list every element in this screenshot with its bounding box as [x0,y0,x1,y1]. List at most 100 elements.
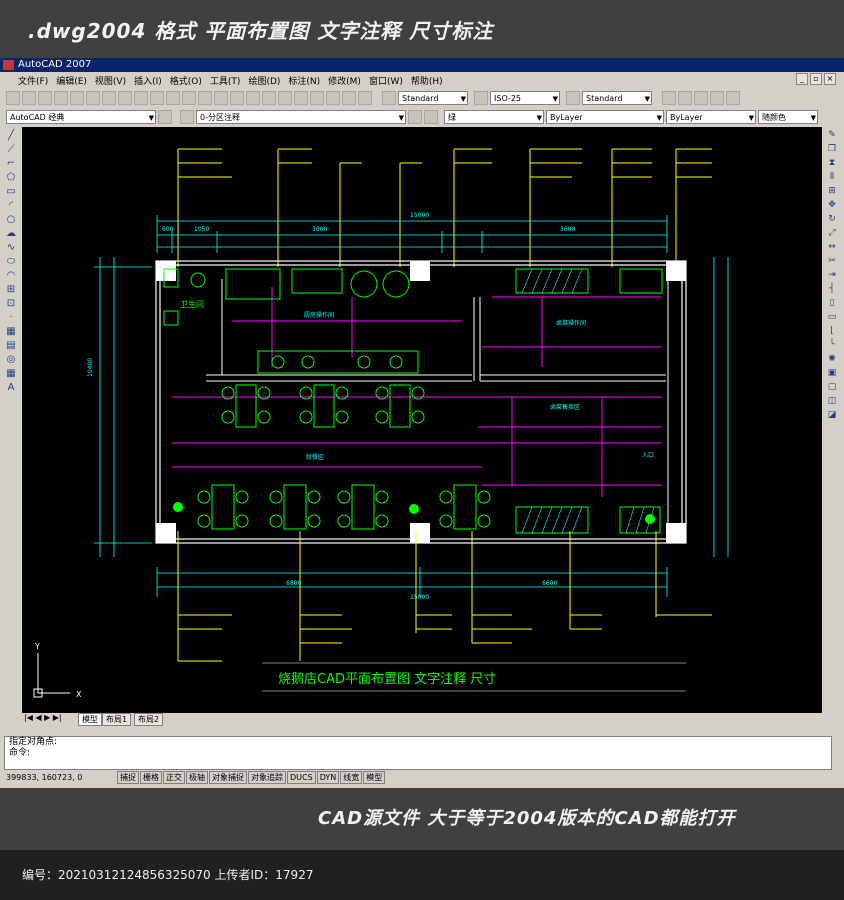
layer-previous-icon[interactable] [424,110,438,124]
tab-layout2[interactable]: 布局2 [134,713,164,726]
grid-toggle[interactable]: 栅格 [140,770,162,784]
menu-insert[interactable]: 插入(I) [134,74,162,87]
join-icon[interactable]: ▭ [826,312,838,323]
plotstyle-select[interactable]: 随颜色 [758,110,818,125]
publish-icon[interactable] [86,91,100,105]
save-icon[interactable] [38,91,52,105]
open-icon[interactable] [22,91,36,105]
radius-dim-icon[interactable] [726,91,740,105]
sheet-set-icon[interactable] [310,91,324,105]
menu-modify[interactable]: 修改(M) [328,74,361,87]
polyline-icon[interactable]: ⌐ [5,158,18,169]
revcloud-icon[interactable]: ☁ [5,228,18,239]
linear-dim-icon[interactable] [662,91,676,105]
ortho-toggle[interactable]: 正交 [163,770,185,784]
markup-icon[interactable] [326,91,340,105]
zoom-previous-icon[interactable] [246,91,260,105]
osnap-toggle[interactable]: 对象捕捉 [209,770,247,784]
point-icon[interactable]: · [5,312,18,323]
offset-icon[interactable]: ⫴ [826,172,838,183]
lineweight-select[interactable]: ByLayer [666,110,756,125]
ordinate-icon[interactable] [710,91,724,105]
zoom-window-icon[interactable] [230,91,244,105]
design-center-icon[interactable] [278,91,292,105]
help-icon[interactable] [358,91,372,105]
text-style-icon[interactable] [382,91,396,105]
line-icon[interactable]: ╱ [5,130,18,141]
make-block-icon[interactable]: ⊡ [5,298,18,309]
layer-manager-icon[interactable] [180,110,194,124]
spline-icon[interactable]: ∿ [5,242,18,253]
menu-edit[interactable]: 编辑(E) [56,74,87,87]
fillet-icon[interactable]: ╰ [826,340,838,351]
table-style-icon[interactable] [566,91,580,105]
restore-button[interactable]: ▫ [810,73,822,85]
menu-draw[interactable]: 绘图(D) [248,74,280,87]
table-icon[interactable]: ▦ [5,368,18,379]
rectangle-icon[interactable]: ▭ [5,186,18,197]
rotate-icon[interactable]: ↻ [826,214,838,225]
menu-file[interactable]: 文件(F) [18,74,48,87]
copy-object-icon[interactable]: ❐ [826,144,838,155]
menu-window[interactable]: 窗口(W) [369,74,403,87]
command-window[interactable]: 指定对角点: 命令: [4,736,832,770]
ellipse-arc-icon[interactable]: ◠ [5,270,18,281]
tool-palette-icon[interactable] [294,91,308,105]
linetype-select[interactable]: ByLayer [546,110,664,125]
chamfer-icon[interactable]: ⌊ [826,326,838,337]
tab-nav-arrows[interactable]: |◀ ◀ ▶ ▶| [24,713,62,722]
draworder-back-icon[interactable]: ▢ [826,382,838,393]
otrack-toggle[interactable]: 对象追踪 [248,770,286,784]
tab-layout1[interactable]: 布局1 [102,713,132,726]
menu-dimension[interactable]: 标注(N) [288,74,320,87]
undo-icon[interactable] [166,91,180,105]
trim-icon[interactable]: ✂ [826,256,838,267]
minimize-button[interactable]: _ [796,73,808,85]
close-button[interactable]: × [824,73,836,85]
menu-format[interactable]: 格式(O) [170,74,202,87]
mirror-icon[interactable]: ⧗ [826,158,838,169]
calculator-icon[interactable] [342,91,356,105]
workspace-settings-icon[interactable] [158,110,172,124]
make-current-layer-icon[interactable] [408,110,422,124]
draworder-above-icon[interactable]: ◫ [826,396,838,407]
menu-view[interactable]: 视图(V) [95,74,126,87]
mtext-icon[interactable]: A [5,382,18,393]
dyn-toggle[interactable]: DYN [316,770,340,784]
command-prompt[interactable]: 命令: [5,748,831,759]
arc-dim-icon[interactable] [694,91,708,105]
construction-line-icon[interactable]: ⟋ [5,144,18,155]
text-style-select[interactable]: Standard [398,91,468,106]
region-icon[interactable]: ◎ [5,354,18,365]
break-point-icon[interactable]: ┤ [826,284,838,295]
draworder-front-icon[interactable]: ▣ [826,368,838,379]
move-icon[interactable]: ✥ [826,200,838,211]
arc-icon[interactable]: ◜ [5,200,18,211]
preview-icon[interactable] [70,91,84,105]
snap-toggle[interactable]: 捕捉 [117,770,139,784]
drawing-canvas[interactable]: 15000 600 1050 3000 3600 10400 卫生间 厨房操作间… [22,127,822,713]
dim-style-icon[interactable] [474,91,488,105]
stretch-icon[interactable]: ⇔ [826,242,838,253]
scale-icon[interactable]: ⤢ [826,228,838,239]
menu-help[interactable]: 帮助(H) [411,74,443,87]
draworder-under-icon[interactable]: ◪ [826,410,838,421]
polar-toggle[interactable]: 极轴 [186,770,208,784]
menu-tools[interactable]: 工具(T) [210,74,241,87]
ellipse-icon[interactable]: ⬭ [5,256,18,267]
ducs-toggle[interactable]: DUCS [287,770,316,784]
table-style-select[interactable]: Standard [582,91,652,106]
redo-icon[interactable] [182,91,196,105]
cut-icon[interactable] [102,91,116,105]
array-icon[interactable]: ⊞ [826,186,838,197]
layer-select[interactable]: 0-分区注释 [196,110,406,125]
lineweight-toggle[interactable]: 线宽 [340,770,363,784]
copy-icon[interactable] [118,91,132,105]
aligned-dim-icon[interactable] [678,91,692,105]
workspace-select[interactable]: AutoCAD 经典 [6,110,156,125]
pan-icon[interactable] [198,91,212,105]
model-toggle[interactable]: 模型 [363,770,386,784]
erase-icon[interactable]: ✎ [826,130,838,141]
extend-icon[interactable]: ⇥ [826,270,838,281]
match-prop-icon[interactable] [150,91,164,105]
